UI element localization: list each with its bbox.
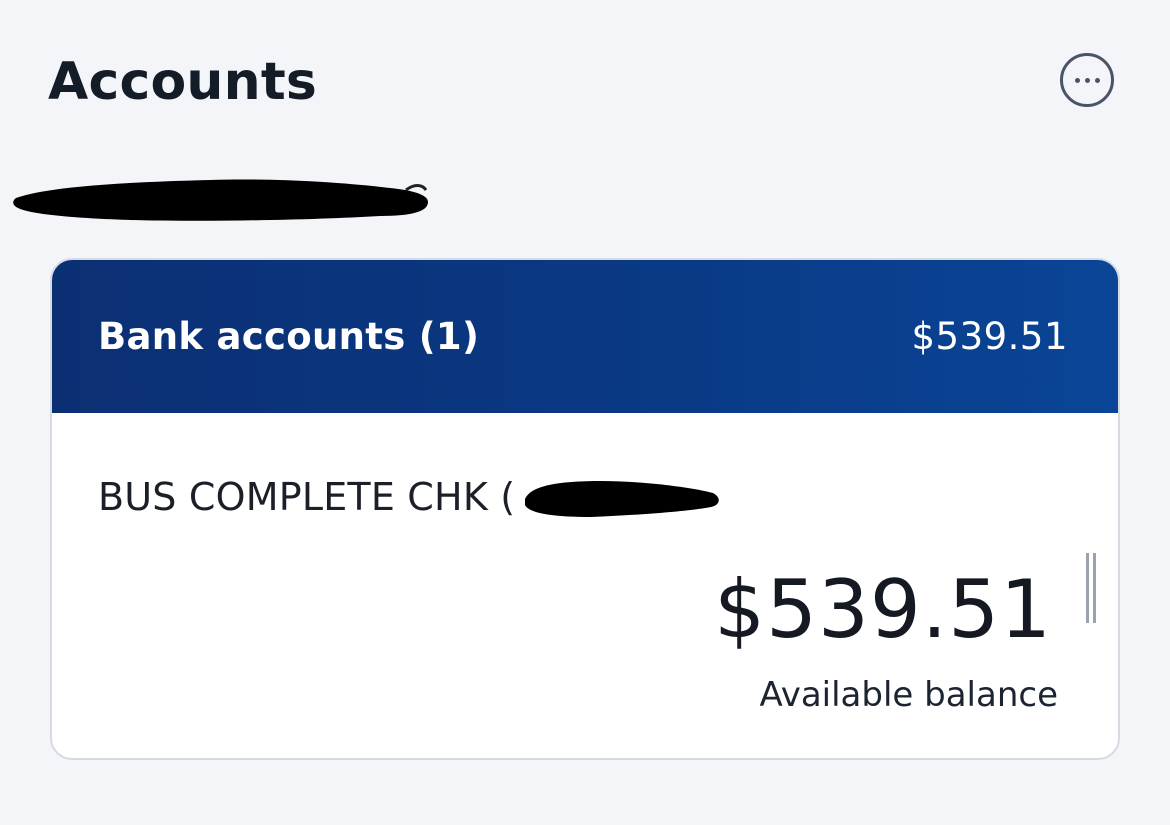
account-row[interactable]: BUS COMPLETE CHK ( $539.51 Available bal…	[52, 413, 1118, 758]
account-name-wrap: BUS COMPLETE CHK (	[98, 475, 721, 519]
account-name: BUS COMPLETE CHK (	[98, 475, 516, 519]
more-horizontal-icon	[1074, 77, 1100, 83]
bank-accounts-total: $539.51	[911, 315, 1068, 358]
drag-handle[interactable]	[1086, 553, 1098, 623]
more-options-button[interactable]	[1060, 53, 1114, 107]
redacted-business-name	[13, 179, 428, 221]
available-balance-label: Available balance	[759, 675, 1058, 715]
bank-accounts-header[interactable]: Bank accounts (1) $539.51	[52, 260, 1118, 413]
page-title: Accounts	[48, 52, 318, 112]
bank-accounts-label: Bank accounts (1)	[98, 315, 480, 358]
bank-accounts-card: Bank accounts (1) $539.51 BUS COMPLETE C…	[50, 258, 1120, 760]
available-balance-amount: $539.51	[714, 563, 1052, 656]
redacted-account-number	[525, 481, 720, 517]
